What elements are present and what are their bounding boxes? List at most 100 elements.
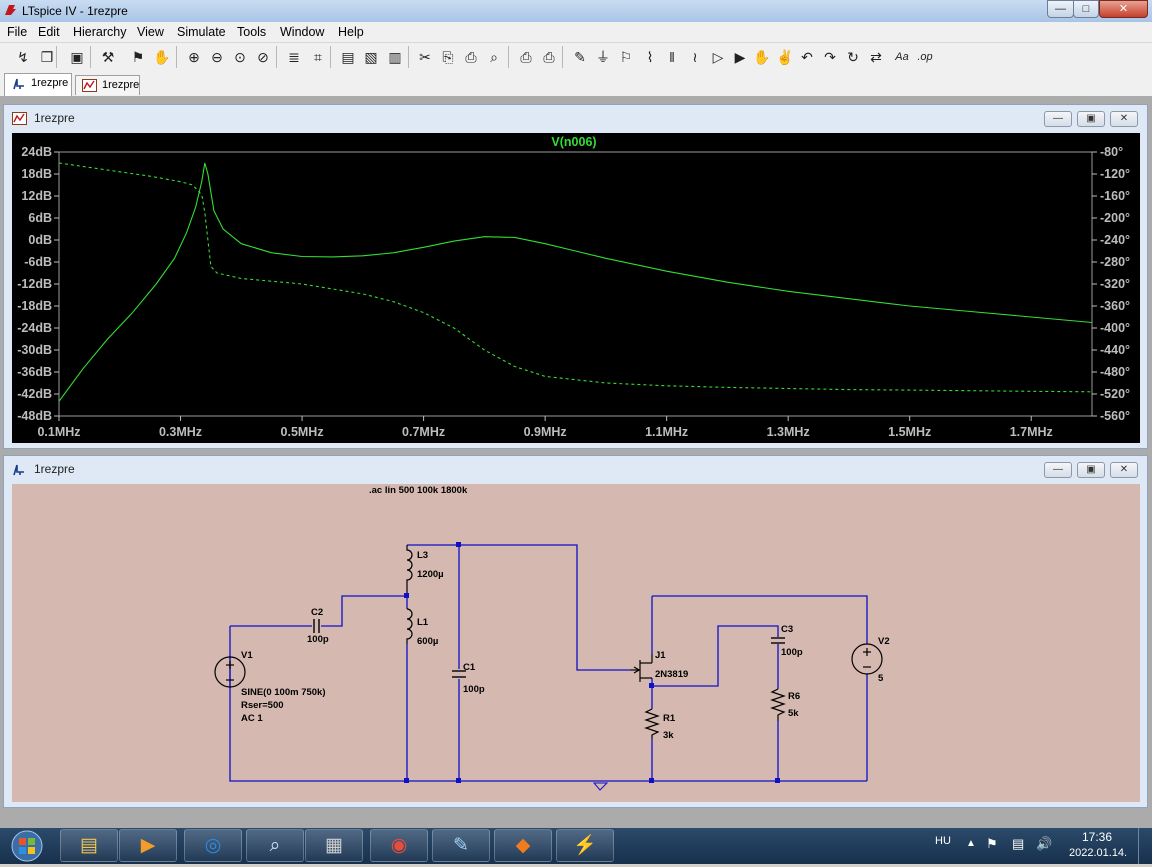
- network-icon[interactable]: ▤: [1012, 836, 1024, 852]
- label-V1-ref[interactable]: V1: [241, 650, 253, 661]
- taskbar-chrome-button[interactable]: ◉: [370, 829, 428, 862]
- autorange-icon[interactable]: ≣: [284, 47, 304, 67]
- ground-icon[interactable]: ⏚: [593, 47, 613, 67]
- close-button[interactable]: ✕: [1099, 0, 1148, 18]
- capacitor-icon[interactable]: ‖: [662, 47, 682, 67]
- label-C2-ref[interactable]: C2: [311, 607, 323, 618]
- undo-icon[interactable]: ↶: [797, 47, 817, 67]
- menu-edit[interactable]: Edit: [38, 25, 60, 39]
- label-J1-ref[interactable]: J1: [655, 650, 666, 661]
- label-J1-value[interactable]: 2N3819: [655, 669, 688, 680]
- label-C3-ref[interactable]: C3: [781, 624, 793, 635]
- label-V1-ac[interactable]: AC 1: [241, 713, 263, 724]
- control-panel-icon[interactable]: ⚒: [98, 47, 118, 67]
- action-center-icon[interactable]: ⚑: [986, 836, 998, 852]
- language-indicator[interactable]: HU: [935, 835, 951, 847]
- diode-icon[interactable]: ▷: [708, 47, 728, 67]
- open-icon[interactable]: ❐: [37, 47, 57, 67]
- label-C1-ref[interactable]: C1: [463, 662, 475, 673]
- tab-waveform[interactable]: 1rezpre: [75, 75, 140, 95]
- label-L3-value[interactable]: 1200µ: [417, 569, 444, 580]
- cascade-icon[interactable]: ▧: [361, 47, 381, 67]
- taskbar-calculator-button[interactable]: ▦: [305, 829, 363, 862]
- label-C2-value[interactable]: 100p: [307, 634, 329, 645]
- label-L1-value[interactable]: 600µ: [417, 636, 438, 647]
- waveform-restore-button[interactable]: ▣: [1077, 111, 1105, 127]
- waveform-close-button[interactable]: ✕: [1110, 111, 1138, 127]
- zoom-out-icon[interactable]: ⊖: [207, 47, 227, 67]
- label-V2-ref[interactable]: V2: [878, 636, 890, 647]
- minimize-button[interactable]: —: [1047, 0, 1074, 18]
- grid-icon[interactable]: ⌗: [308, 47, 328, 67]
- tab-schematic[interactable]: 1rezpre: [4, 73, 72, 96]
- redo-icon[interactable]: ↷: [820, 47, 840, 67]
- wire-icon[interactable]: ✎: [570, 47, 590, 67]
- save-icon[interactable]: ▣: [67, 47, 87, 67]
- start-button[interactable]: [8, 828, 46, 864]
- schematic-canvas[interactable]: .ac lin 500 100k 1800k L3 1200µ L1 600µ …: [12, 484, 1140, 802]
- label-C1-value[interactable]: 100p: [463, 684, 485, 695]
- label-R1-value[interactable]: 3k: [663, 730, 674, 741]
- run-icon[interactable]: ⚑: [128, 47, 148, 67]
- new-schematic-icon[interactable]: ↯: [13, 47, 33, 67]
- halt-icon[interactable]: ✋: [152, 47, 172, 67]
- show-desktop-button[interactable]: [1138, 828, 1152, 864]
- plot-pane[interactable]: 24dB -80° 18dB -120° 12dB -160° 6dB -200° 0dB -24…: [12, 133, 1140, 443]
- print-icon[interactable]: ⎙: [539, 47, 559, 67]
- tile-horizontal-icon[interactable]: ▤: [338, 47, 358, 67]
- zoom-fit-icon[interactable]: ⊙: [230, 47, 250, 67]
- waveform-minimize-button[interactable]: —: [1044, 111, 1072, 127]
- label-icon[interactable]: ⚐: [616, 47, 636, 67]
- menu-view[interactable]: View: [137, 25, 164, 39]
- resistor-icon[interactable]: ⌇: [640, 47, 660, 67]
- label-L1-ref[interactable]: L1: [417, 617, 428, 628]
- inductor-icon[interactable]: ≀: [685, 47, 705, 67]
- paste-icon[interactable]: ⎙: [461, 47, 481, 67]
- menu-tools[interactable]: Tools: [237, 25, 266, 39]
- cut-icon[interactable]: ✂: [415, 47, 435, 67]
- label-C3-value[interactable]: 100p: [781, 647, 803, 658]
- label-R6-ref[interactable]: R6: [788, 691, 800, 702]
- label-R6-value[interactable]: 5k: [788, 708, 799, 719]
- volume-icon[interactable]: 🔊: [1036, 836, 1052, 852]
- taskbar-search-button[interactable]: ⌕: [246, 829, 304, 862]
- circuit-diagram[interactable]: [12, 484, 1140, 802]
- clock-date[interactable]: 2022.01.14.: [1069, 847, 1127, 859]
- clock-time[interactable]: 17:36: [1082, 830, 1112, 844]
- zoom-in-icon[interactable]: ⊕: [184, 47, 204, 67]
- taskbar-network-button[interactable]: ◎: [184, 829, 242, 862]
- taskbar-notepad-button[interactable]: ✎: [432, 829, 490, 862]
- menu-simulate[interactable]: Simulate: [177, 25, 226, 39]
- taskbar-media-player-button[interactable]: ▶: [119, 829, 177, 862]
- label-L3-ref[interactable]: L3: [417, 550, 428, 561]
- taskbar-firefox-button[interactable]: ◆: [494, 829, 552, 862]
- show-hidden-icons-icon[interactable]: ▲: [966, 838, 976, 849]
- copy-icon[interactable]: ⎘: [438, 47, 458, 67]
- menu-hierarchy[interactable]: Hierarchy: [73, 25, 127, 39]
- rotate-icon[interactable]: ↻: [843, 47, 863, 67]
- component-icon[interactable]: ▶: [730, 47, 750, 67]
- label-V1-value[interactable]: SINE(0 100m 750k): [241, 687, 326, 698]
- label-R1-ref[interactable]: R1: [663, 713, 675, 724]
- mirror-icon[interactable]: ⇄: [866, 47, 886, 67]
- spice-directive-icon[interactable]: .op: [915, 47, 935, 67]
- schematic-minimize-button[interactable]: —: [1044, 462, 1072, 478]
- taskbar-explorer-button[interactable]: ▤: [60, 829, 118, 862]
- schematic-close-button[interactable]: ✕: [1110, 462, 1138, 478]
- print-setup-icon[interactable]: ⎙: [516, 47, 536, 67]
- spice-directive[interactable]: .ac lin 500 100k 1800k: [369, 485, 467, 496]
- bode-plot[interactable]: 24dB -80° 18dB -120° 12dB -160° 6dB -200° 0dB -24…: [12, 133, 1140, 443]
- maximize-button[interactable]: □: [1073, 0, 1099, 18]
- move-icon[interactable]: ✋: [752, 47, 772, 67]
- tile-vertical-icon[interactable]: ▥: [385, 47, 405, 67]
- schematic-restore-button[interactable]: ▣: [1077, 462, 1105, 478]
- label-V1-rser[interactable]: Rser=500: [241, 700, 284, 711]
- drag-icon[interactable]: ✌: [775, 47, 795, 67]
- find-icon[interactable]: ⌕: [484, 47, 504, 67]
- taskbar-ltspice-button[interactable]: ⚡: [556, 829, 614, 862]
- zoom-cancel-icon[interactable]: ⊘: [253, 47, 273, 67]
- menu-file[interactable]: File: [7, 25, 27, 39]
- menu-window[interactable]: Window: [280, 25, 324, 39]
- menu-help[interactable]: Help: [338, 25, 364, 39]
- text-icon[interactable]: Aa: [892, 47, 912, 67]
